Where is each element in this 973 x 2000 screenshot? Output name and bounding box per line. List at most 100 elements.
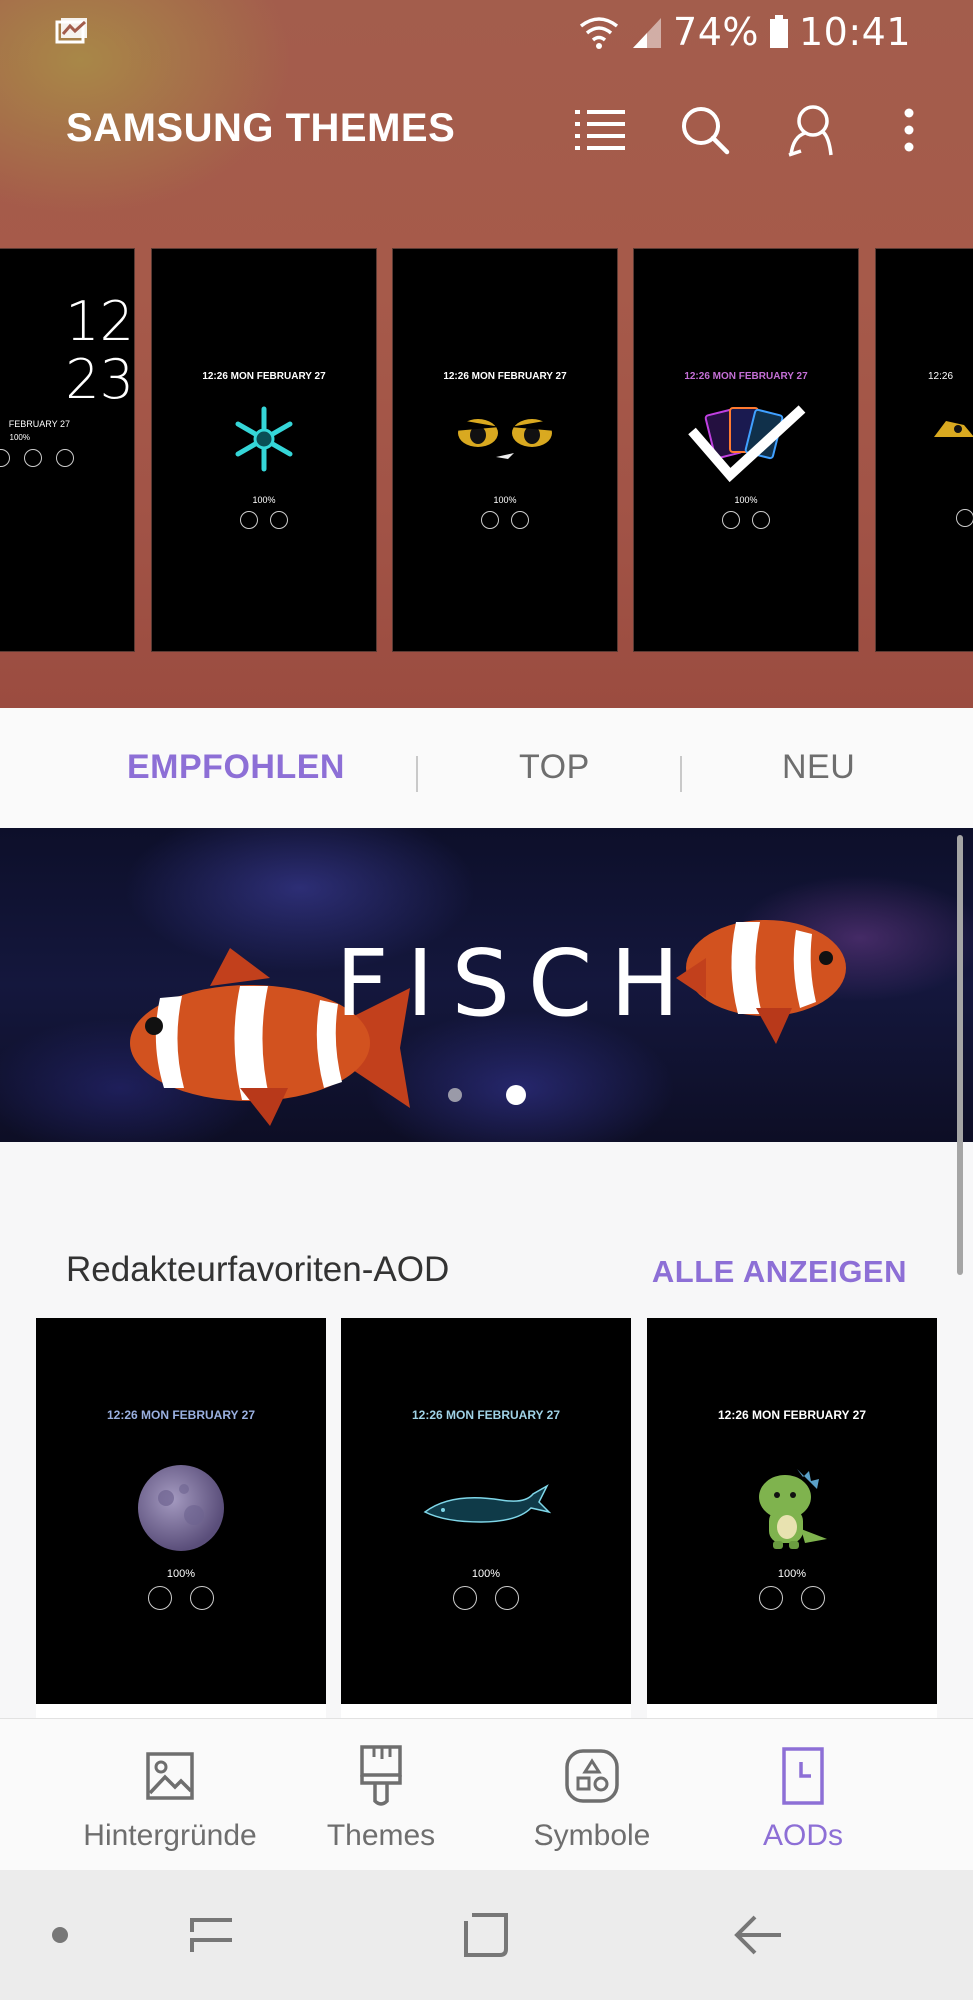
- aod-date: 12:26 MON FEBRUARY 27: [684, 371, 808, 382]
- battery-percent: 74%: [673, 10, 759, 54]
- signal-icon: [633, 18, 662, 48]
- featured-banner[interactable]: FISCH: [0, 828, 973, 1142]
- aod-battery: 100%: [252, 495, 276, 505]
- missed-call-icon: [453, 1586, 477, 1610]
- aod-date: 12:26 MON FEBRUARY 27: [411, 1408, 561, 1422]
- list-icon: [575, 110, 625, 150]
- nav-label: Symbole: [533, 1819, 651, 1852]
- mail-icon: [270, 511, 288, 529]
- whale-art: [341, 1448, 631, 1568]
- snowflake-art: [152, 399, 376, 479]
- page-dot: [447, 1088, 462, 1102]
- aod-date: 12:26 MON FEBRUARY 27: [202, 371, 326, 382]
- back-button[interactable]: [718, 1900, 798, 1970]
- aod-date: 12:26: [928, 371, 954, 382]
- dinosaur-art: [647, 1448, 937, 1568]
- dot-button[interactable]: [20, 1900, 100, 1970]
- aod-thumbnail[interactable]: 12:26 MON FEBRUARY 27 100%: [341, 1318, 631, 1704]
- aod-battery: 100%: [777, 1568, 807, 1580]
- list-button[interactable]: [571, 102, 631, 158]
- nav-label: Hintergründe: [83, 1819, 257, 1852]
- image-icon: [146, 1752, 194, 1800]
- aod-battery: 100%: [734, 495, 758, 505]
- aod-battery: 100%: [471, 1568, 501, 1580]
- tab-divider: [416, 756, 418, 792]
- status-bar: 74% 10:41: [0, 0, 973, 66]
- scrollbar[interactable]: [957, 835, 963, 1275]
- aod-preview-card[interactable]: 12:26 MON FEBRUARY 27 100%: [151, 248, 377, 652]
- recent-apps-icon: [190, 1918, 232, 1952]
- page-dot-active: [505, 1085, 526, 1105]
- missed-call-icon: [481, 511, 499, 529]
- notification-icon: [0, 449, 10, 467]
- aod-thumbnail[interactable]: 12:26 MON FEBRUARY 27 100%: [36, 1318, 326, 1704]
- nav-symbole[interactable]: Symbole: [482, 1745, 702, 1853]
- search-button[interactable]: [675, 102, 735, 158]
- banner-page-indicator: [0, 1085, 973, 1105]
- back-icon: [734, 1915, 781, 1955]
- more-options-button[interactable]: [879, 102, 939, 158]
- aod-preview-card[interactable]: 12:26: [875, 248, 973, 652]
- aod-icon: [782, 1747, 824, 1805]
- aod-preview-card-selected[interactable]: 12:26 MON FEBRUARY 27 100%: [633, 248, 859, 652]
- mail-icon: [956, 509, 973, 527]
- banner-title: FISCH: [335, 930, 698, 1037]
- section-title: Redakteurfavoriten-AOD: [66, 1250, 450, 1289]
- owl-eyes-art: [393, 399, 617, 479]
- tab-empfohlen[interactable]: EMPFOHLEN: [127, 748, 345, 787]
- nav-label: AODs: [762, 1819, 843, 1852]
- clock-hours: 12: [65, 290, 134, 353]
- nav-themes[interactable]: Themes: [271, 1745, 491, 1853]
- missed-call-icon: [722, 511, 740, 529]
- card-footer: [647, 1704, 937, 1718]
- mail-icon: [190, 1586, 214, 1610]
- tab-neu[interactable]: NEU: [782, 748, 855, 787]
- missed-call-icon: [759, 1586, 783, 1610]
- theme-hero: 74% 10:41 SAMSUNG THEMES 12 23 FEBRUARY …: [0, 0, 973, 708]
- home-icon: [464, 1913, 508, 1957]
- aod-preview-card[interactable]: 12 23 FEBRUARY 27 100%: [0, 248, 135, 652]
- aod-battery: 100%: [166, 1568, 196, 1580]
- mail-icon: [495, 1586, 519, 1610]
- applied-check-icon: [688, 405, 806, 483]
- mail-icon: [801, 1586, 825, 1610]
- aod-date: 12:26 MON FEBRUARY 27: [106, 1408, 256, 1422]
- partial-art: [934, 421, 973, 437]
- app-title: SAMSUNG THEMES: [66, 106, 456, 150]
- tab-top[interactable]: TOP: [519, 748, 590, 787]
- aod-date: 12:26 MON FEBRUARY 27: [717, 1408, 867, 1422]
- aod-date: 12:26 MON FEBRUARY 27: [443, 371, 567, 382]
- missed-call-icon: [148, 1586, 172, 1610]
- gallery-notification-icon: [55, 18, 87, 44]
- tab-divider: [680, 756, 682, 792]
- more-vert-icon: [904, 108, 914, 152]
- clock: 10:41: [798, 10, 911, 54]
- aod-preview-card[interactable]: 12:26 MON FEBRUARY 27 100%: [392, 248, 618, 652]
- moon-art: [36, 1448, 326, 1568]
- clock-minutes: 23: [65, 348, 134, 411]
- account-search-button[interactable]: [781, 102, 841, 158]
- aod-thumbnail[interactable]: 12:26 MON FEBRUARY 27 100%: [647, 1318, 937, 1704]
- recent-apps-button[interactable]: [172, 1900, 252, 1970]
- battery-icon: [769, 15, 788, 48]
- home-button[interactable]: [446, 1900, 526, 1970]
- aod-small-date: FEBRUARY 27: [8, 419, 70, 429]
- shapes-icon: [565, 1749, 619, 1803]
- mail-icon: [752, 511, 770, 529]
- nav-label: Themes: [326, 1819, 436, 1852]
- user-search-icon: [788, 105, 833, 157]
- card-footer: [341, 1704, 631, 1718]
- brush-icon: [360, 1745, 402, 1806]
- download-icon: [24, 449, 42, 467]
- aod-battery: 100%: [9, 433, 30, 442]
- nav-aods[interactable]: AODs: [693, 1745, 913, 1853]
- bottom-navigation: Hintergründe Themes Symbole AODs: [0, 1718, 973, 1871]
- nav-hintergruende[interactable]: Hintergründe: [60, 1745, 280, 1853]
- missed-call-icon: [240, 511, 258, 529]
- mail-icon: [511, 511, 529, 529]
- aod-carousel[interactable]: 12 23 FEBRUARY 27 100% 12:26 MON FEBRUAR…: [0, 248, 973, 654]
- view-all-link[interactable]: ALLE ANZEIGEN: [652, 1254, 907, 1290]
- message-icon: [56, 449, 74, 467]
- aod-battery: 100%: [493, 495, 517, 505]
- category-tabs: EMPFOHLEN TOP NEU: [0, 708, 973, 828]
